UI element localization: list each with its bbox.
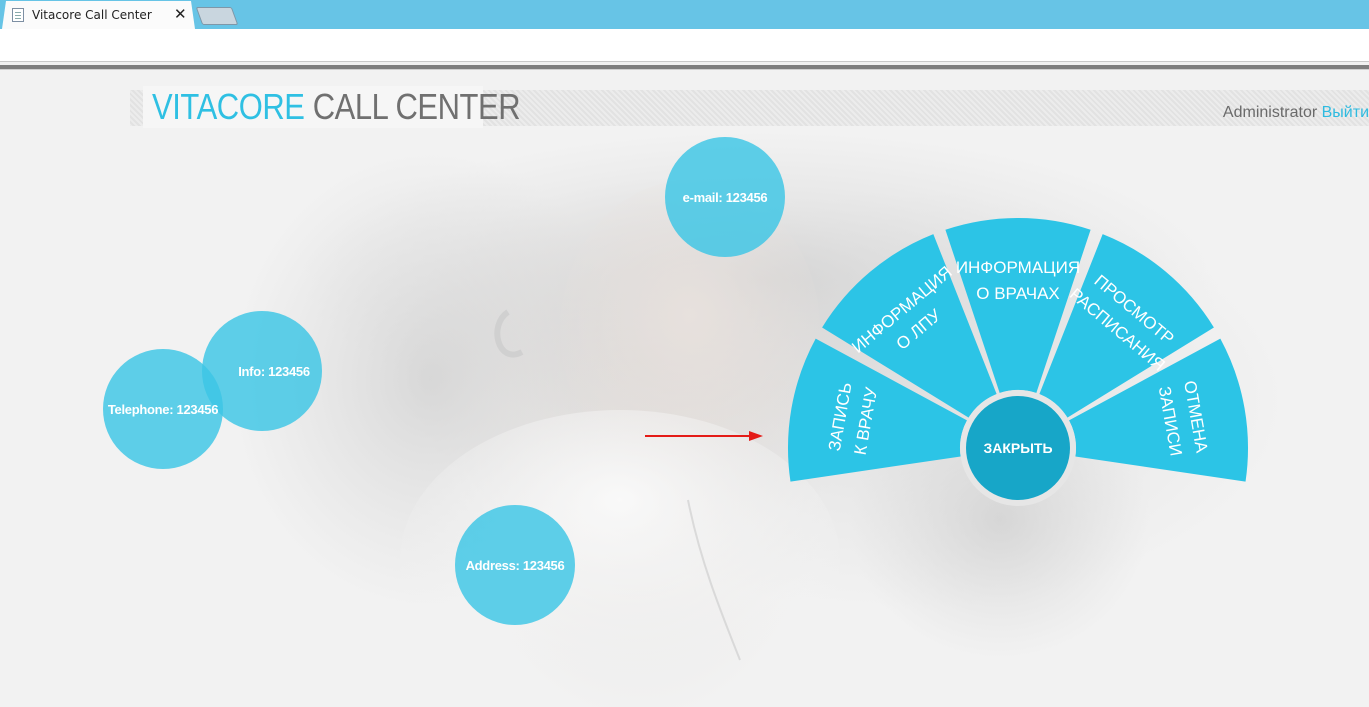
email-text: e-mail: 123456 [682,189,768,205]
logout-link[interactable]: Выйти [1322,104,1369,121]
logo-vitacore: VITACORE [152,86,305,127]
user-area: Administrator Выйти [1223,104,1369,122]
close-menu-button[interactable]: ЗАКРЫТЬ [966,396,1070,500]
address-bubble[interactable]: Address: 123456 [455,505,575,625]
user-name: Administrator [1222,104,1318,121]
close-menu-label: ЗАКРЫТЬ [983,440,1053,456]
address-text: Address: 123456 [465,557,565,573]
info-text: Info: 123456 [238,363,310,379]
app-logo: VITACORE CALL CENTER [152,86,521,128]
red-arrow-icon [645,431,763,441]
menu-label-line: О ВРАЧАХ [976,284,1060,303]
logo-call-center: CALL CENTER [312,86,521,127]
telephone-bubble[interactable]: Telephone: 123456 [103,349,223,469]
menu-label-line: ИНФОРМАЦИЯ [956,258,1080,277]
email-bubble[interactable]: e-mail: 123456 [665,137,785,257]
telephone-text: Telephone: 123456 [107,401,219,417]
